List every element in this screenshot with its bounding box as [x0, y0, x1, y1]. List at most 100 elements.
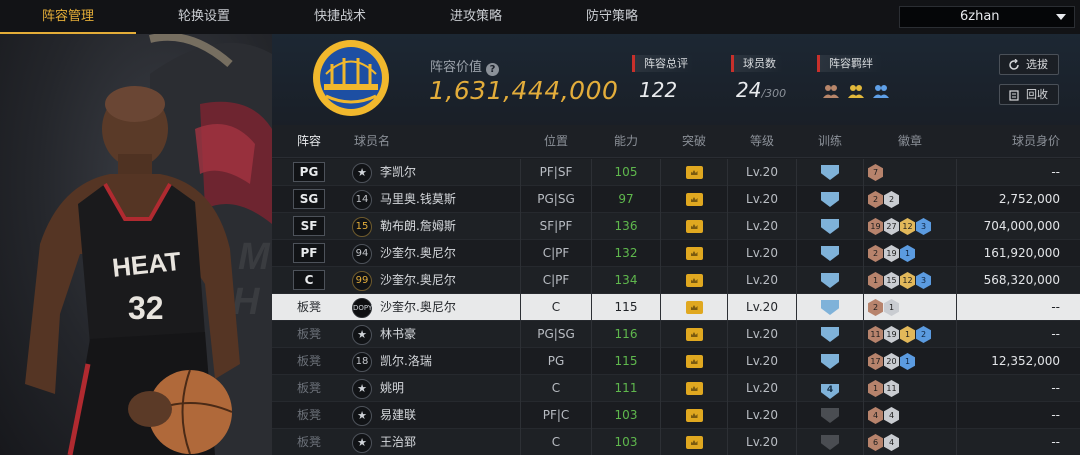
table-row[interactable]: 板凳 ★ 姚明 C 111 Lv.20 4 1 11 --	[272, 375, 1080, 402]
training-shield-icon[interactable]	[821, 354, 839, 369]
table-row[interactable]: 板凳 18 凯尔.洛瑞 PG 115 Lv.20 17 20 1 12,352,000	[272, 348, 1080, 375]
badge-hex-icon[interactable]: 19	[868, 218, 883, 235]
crown-icon[interactable]	[685, 409, 703, 422]
star-icon: ★	[352, 324, 372, 345]
col-level[interactable]: 等级	[728, 125, 796, 158]
badge-hex-icon[interactable]: 6	[868, 434, 883, 451]
tab-rotation-settings[interactable]: 轮换设置	[136, 0, 272, 34]
team-logo	[313, 40, 389, 116]
player-position: C	[520, 429, 592, 455]
badge-hex-icon[interactable]: 1	[868, 272, 883, 289]
badge-hex-icon[interactable]: 19	[884, 245, 899, 262]
slot-position-box: C	[293, 270, 325, 290]
badge-hex-icon[interactable]: 1	[868, 380, 883, 397]
training-shield-icon[interactable]	[821, 219, 839, 234]
player-salary: --	[956, 375, 1080, 402]
badge-hex-icon[interactable]: 1	[884, 299, 899, 316]
rating-value: 122	[639, 78, 678, 102]
player-position: C|PF	[520, 267, 592, 294]
tab-lineup-management[interactable]: 阵容管理	[0, 0, 136, 34]
col-ability[interactable]: 能力	[592, 125, 660, 158]
badge-hex-icon[interactable]: 2	[868, 191, 883, 208]
player-name: 马里奥.钱莫斯	[380, 192, 456, 206]
badge-hex-icon[interactable]: 11	[884, 380, 899, 397]
badge-hex-icon[interactable]: 12	[900, 218, 915, 235]
crown-icon[interactable]	[685, 382, 703, 395]
table-row[interactable]: PF 94 沙奎尔.奥尼尔 C|PF 132 Lv.20 2 19 1 161,920,000	[272, 240, 1080, 267]
badge-hex-icon[interactable]: 15	[884, 272, 899, 289]
bond-icon[interactable]	[847, 83, 865, 99]
badge-hex-icon[interactable]: 3	[916, 218, 931, 235]
badge-hex-icon[interactable]: 20	[884, 353, 899, 370]
player-ability: 115	[614, 354, 638, 368]
badge-hex-icon[interactable]: 12	[900, 272, 915, 289]
col-badges[interactable]: 徽章	[864, 125, 956, 158]
crown-icon[interactable]	[685, 247, 703, 260]
badge-hex-icon[interactable]: 17	[868, 353, 883, 370]
crown-icon[interactable]	[685, 220, 703, 233]
pick-button[interactable]: 选拔	[999, 54, 1059, 75]
player-name: 姚明	[380, 381, 405, 395]
badge-hex-icon[interactable]: 11	[868, 326, 883, 343]
badge-hex-icon[interactable]: 1	[900, 326, 915, 343]
crown-icon[interactable]	[685, 328, 703, 341]
badge-hex-icon[interactable]: 1	[900, 245, 915, 262]
table-row[interactable]: 板凳 ★ 林书豪 PG|SG 116 Lv.20 11 19 1 2 --	[272, 321, 1080, 348]
col-name[interactable]: 球员名	[348, 125, 418, 158]
training-shield-icon[interactable]	[821, 165, 839, 180]
bond-icon[interactable]	[822, 83, 840, 99]
badge-hex-icon[interactable]: 2	[884, 191, 899, 208]
tab-quick-tactics[interactable]: 快捷战术	[272, 0, 408, 34]
badge-hex-icon[interactable]: 1	[900, 353, 915, 370]
badge-hex-icon[interactable]: 2	[916, 326, 931, 343]
breakthrough-cell	[660, 267, 728, 294]
crown-icon[interactable]	[685, 166, 703, 179]
col-position[interactable]: 位置	[520, 125, 592, 158]
table-row[interactable]: SF 15 勒布朗.詹姆斯 SF|PF 136 Lv.20 19 27 12 3 704,000,0…	[272, 213, 1080, 240]
badge-hex-icon[interactable]: 4	[868, 407, 883, 424]
table-row[interactable]: C 99 沙奎尔.奥尼尔 C|PF 134 Lv.20 1 15 12 3 568,320,000	[272, 267, 1080, 294]
training-shield-icon[interactable]	[821, 246, 839, 261]
training-shield-icon[interactable]: 4	[821, 384, 839, 399]
badge-hex-icon[interactable]: 3	[916, 272, 931, 289]
training-shield-icon[interactable]	[821, 273, 839, 288]
training-shield-icon[interactable]	[821, 327, 839, 342]
badge-hex-icon[interactable]: 19	[884, 326, 899, 343]
table-row[interactable]: 板凳 ★ 易建联 PF|C 103 Lv.20 4 4 --	[272, 402, 1080, 429]
player-name-cell: DOPY 沙奎尔.奥尼尔	[348, 294, 518, 321]
crown-icon[interactable]	[685, 274, 703, 287]
table-row[interactable]: PG ★ 李凯尔 PF|SF 105 Lv.20 7 --	[272, 159, 1080, 186]
team-select[interactable]: 6zhan	[899, 6, 1075, 28]
training-shield-icon[interactable]	[821, 408, 839, 423]
crown-icon[interactable]	[685, 193, 703, 206]
crown-icon[interactable]	[685, 301, 703, 314]
col-slot[interactable]: 阵容	[272, 125, 346, 158]
table-row[interactable]: 板凳 ★ 王治郅 C 103 Lv.20 6 4 --	[272, 429, 1080, 455]
bond-icon[interactable]	[872, 83, 890, 99]
col-breakthrough[interactable]: 突破	[660, 125, 728, 158]
recycle-button[interactable]: 回收	[999, 84, 1059, 105]
badge-hex-icon[interactable]: 4	[884, 434, 899, 451]
crown-icon[interactable]	[685, 436, 703, 449]
badge-hex-icon[interactable]: 4	[884, 407, 899, 424]
table-row[interactable]: 板凳 DOPY 沙奎尔.奥尼尔 C 115 Lv.20 2 1 --	[272, 294, 1080, 321]
help-icon[interactable]: ?	[486, 63, 500, 76]
slot-position-box: SG	[293, 189, 325, 209]
star-icon: ★	[352, 378, 372, 399]
training-shield-icon[interactable]	[821, 192, 839, 207]
badge-hex-icon[interactable]: 7	[868, 164, 883, 181]
table-row[interactable]: SG 14 马里奥.钱莫斯 PG|SG 97 Lv.20 2 2 2,752,000	[272, 186, 1080, 213]
crown-icon[interactable]	[685, 355, 703, 368]
col-salary[interactable]: 球员身价	[956, 125, 1080, 158]
badge-hex-icon[interactable]: 2	[868, 299, 883, 316]
badge-hex-icon[interactable]: 2	[868, 245, 883, 262]
lineup-slot: PG	[272, 159, 346, 186]
tab-offense-strategy[interactable]: 进攻策略	[408, 0, 544, 34]
training-shield-icon[interactable]	[821, 435, 839, 450]
players-count-value: 24	[736, 78, 762, 102]
col-training[interactable]: 训练	[796, 125, 864, 158]
lineup-slot: 板凳	[296, 300, 321, 314]
tab-defense-strategy[interactable]: 防守策略	[544, 0, 680, 34]
training-shield-icon[interactable]	[821, 300, 839, 315]
badge-hex-icon[interactable]: 27	[884, 218, 899, 235]
